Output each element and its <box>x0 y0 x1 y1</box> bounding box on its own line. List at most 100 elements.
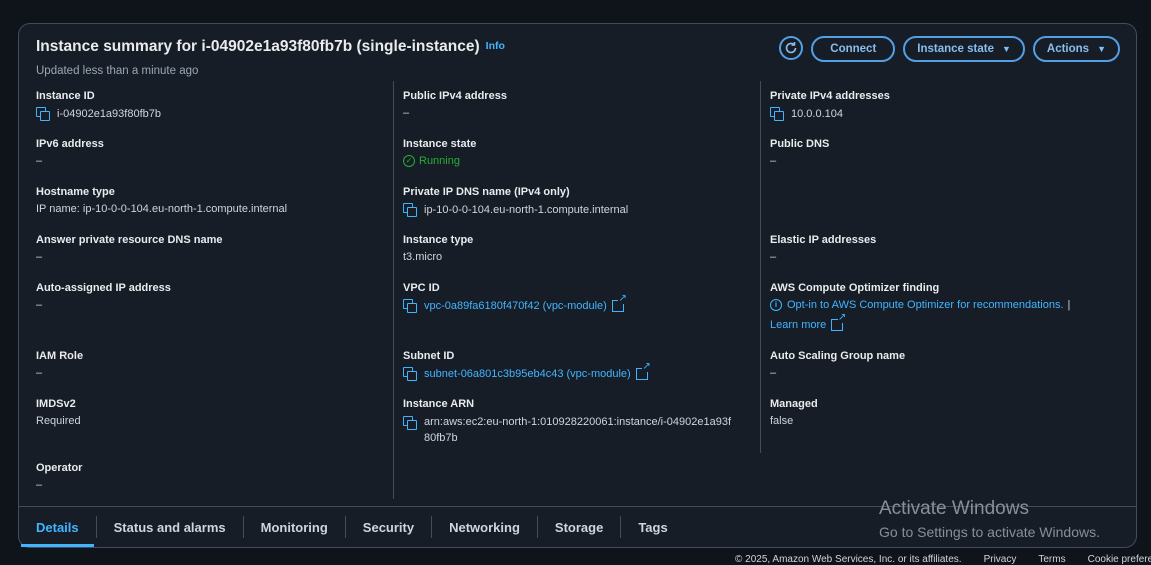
elastic-ip-label: Elastic IP addresses <box>770 234 877 246</box>
optimizer-field: AWS Compute Optimizer finding i Opt-in to… <box>770 282 1070 331</box>
public-dns-field: Public DNS – <box>770 138 829 167</box>
public-dns-value: – <box>770 155 777 167</box>
elastic-ip-value: – <box>770 251 777 263</box>
private-dns-value: ip-10-0-0-104.eu-north-1.compute.interna… <box>403 203 628 217</box>
connect-button[interactable]: Connect <box>811 36 896 62</box>
terms-link[interactable]: Terms <box>1038 554 1065 565</box>
copy-icon[interactable] <box>770 107 784 121</box>
operator-label: Operator <box>36 462 83 474</box>
public-ipv4-label: Public IPv4 address <box>403 90 507 102</box>
instance-arn-text: arn:aws:ec2:eu-north-1:010928220061:inst… <box>424 414 731 446</box>
copy-icon[interactable] <box>403 203 417 217</box>
private-ipv4-field: Private IPv4 addresses 10.0.0.104 <box>770 90 890 121</box>
optimizer-value: i Opt-in to AWS Compute Optimizer for rec… <box>770 299 1070 311</box>
ipv6-label: IPv6 address <box>36 138 104 150</box>
caret-down-icon: ▼ <box>1097 44 1106 54</box>
info-link[interactable]: Info <box>486 40 505 52</box>
updated-text: Updated less than a minute ago <box>36 65 199 77</box>
asg-label: Auto Scaling Group name <box>770 350 906 362</box>
instance-arn-line2: 80fb7b <box>424 432 458 444</box>
operator-value: – <box>36 479 43 491</box>
instance-summary-panel: Instance summary for i-04902e1a93f80fb7b… <box>18 23 1137 548</box>
hostname-type-label: Hostname type <box>36 186 115 198</box>
asg-field: Auto Scaling Group name – <box>770 350 905 379</box>
instance-state-field-label: Instance state <box>403 138 477 150</box>
refresh-button[interactable] <box>779 36 804 60</box>
learn-more-value: Learn more <box>770 313 1070 331</box>
column-divider <box>393 81 394 499</box>
vpc-id-link[interactable]: vpc-0a89fa6180f470f42 (vpc-module) <box>424 300 607 312</box>
ipv6-field: IPv6 address – <box>36 138 104 167</box>
watermark-title: Activate Windows <box>879 498 1029 519</box>
copy-icon[interactable] <box>403 416 417 430</box>
auto-ip-label: Auto-assigned IP address <box>36 282 171 294</box>
elastic-ip-field: Elastic IP addresses – <box>770 234 876 263</box>
separator: | <box>1067 299 1071 311</box>
optimizer-link[interactable]: Opt-in to AWS Compute Optimizer for reco… <box>787 299 1064 311</box>
copy-icon[interactable] <box>403 367 417 381</box>
caret-down-icon: ▼ <box>1001 44 1011 54</box>
managed-value: false <box>770 415 794 427</box>
imdsv2-field: IMDSv2 Required <box>36 398 81 427</box>
private-dns-field: Private IP DNS name (IPv4 only) ip-10-0-… <box>403 186 628 217</box>
public-ipv4-field: Public IPv4 address – <box>403 90 507 119</box>
operator-field: Operator – <box>36 462 82 491</box>
subnet-id-value: subnet-06a801c3b95eb4c43 (vpc-module) <box>403 362 651 381</box>
imdsv2-label: IMDSv2 <box>36 398 76 410</box>
answer-dns-label: Answer private resource DNS name <box>36 234 223 246</box>
iam-role-label: IAM Role <box>36 350 84 362</box>
asg-value: – <box>770 367 777 379</box>
external-link-icon[interactable] <box>611 294 627 312</box>
subnet-id-field: Subnet ID subnet-06a801c3b95eb4c43 (vpc-… <box>403 350 651 381</box>
tab-tags[interactable]: Tags <box>621 507 684 547</box>
instance-state-field: Instance state ✓ Running <box>403 138 476 167</box>
column-divider <box>760 81 761 453</box>
instance-type-value: t3.micro <box>403 251 443 263</box>
actions-button[interactable]: Actions ▼ <box>1032 36 1120 62</box>
tab-status-and-alarms[interactable]: Status and alarms <box>97 507 243 547</box>
learn-more-link[interactable]: Learn more <box>770 319 826 331</box>
tab-details[interactable]: Details <box>19 507 96 547</box>
title-text: Instance summary for i-04902e1a93f80fb7b… <box>36 38 480 55</box>
instance-state-value: ✓ Running <box>403 155 476 167</box>
header-actions: Connect Instance state ▼ Actions ▼ <box>779 36 1120 62</box>
watermark-subtitle: Go to Settings to activate Windows. <box>879 524 1100 540</box>
external-link-icon[interactable] <box>831 313 847 331</box>
instance-arn-field: Instance ARN arn:aws:ec2:eu-north-1:0109… <box>403 398 731 446</box>
answer-dns-value: – <box>36 251 43 263</box>
tab-networking[interactable]: Networking <box>432 507 537 547</box>
external-link-icon[interactable] <box>635 362 651 380</box>
activate-windows-watermark: Activate Windows Go to Settings to activ… <box>879 498 1100 540</box>
instance-id-label: Instance ID <box>36 90 95 102</box>
vpc-id-field: VPC ID vpc-0a89fa6180f470f42 (vpc-module… <box>403 282 627 313</box>
private-dns-label: Private IP DNS name (IPv4 only) <box>403 186 570 198</box>
private-ipv4-label: Private IPv4 addresses <box>770 90 890 102</box>
running-text: Running <box>419 155 460 167</box>
hostname-type-value: IP name: ip-10-0-0-104.eu-north-1.comput… <box>36 203 288 215</box>
instance-type-label: Instance type <box>403 234 474 246</box>
hostname-type-field: Hostname type IP name: ip-10-0-0-104.eu-… <box>36 186 287 215</box>
answer-dns-field: Answer private resource DNS name – <box>36 234 222 263</box>
privacy-link[interactable]: Privacy <box>984 554 1017 565</box>
iam-role-field: IAM Role – <box>36 350 83 379</box>
instance-id-text: i-04902e1a93f80fb7b <box>57 108 161 120</box>
iam-role-value: – <box>36 367 43 379</box>
tab-storage[interactable]: Storage <box>538 507 620 547</box>
copy-icon[interactable] <box>403 299 417 313</box>
actions-label: Actions <box>1046 43 1090 55</box>
subnet-id-label: Subnet ID <box>403 350 455 362</box>
instance-id-field: Instance ID i-04902e1a93f80fb7b <box>36 90 161 121</box>
copy-icon[interactable] <box>36 107 50 121</box>
instance-state-button[interactable]: Instance state ▼ <box>903 36 1025 62</box>
instance-arn-line1: arn:aws:ec2:eu-north-1:010928220061:inst… <box>424 416 732 428</box>
instance-id-value: i-04902e1a93f80fb7b <box>36 107 161 121</box>
subnet-id-link[interactable]: subnet-06a801c3b95eb4c43 (vpc-module) <box>424 368 631 380</box>
cookie-preferences-link[interactable]: Cookie preferences <box>1088 554 1151 565</box>
instance-state-label: Instance state <box>917 43 994 55</box>
tab-security[interactable]: Security <box>346 507 431 547</box>
private-ipv4-text: 10.0.0.104 <box>791 108 843 120</box>
instance-arn-value: arn:aws:ec2:eu-north-1:010928220061:inst… <box>403 415 731 446</box>
ipv6-value: – <box>36 155 43 167</box>
managed-label: Managed <box>770 398 818 410</box>
tab-monitoring[interactable]: Monitoring <box>244 507 345 547</box>
